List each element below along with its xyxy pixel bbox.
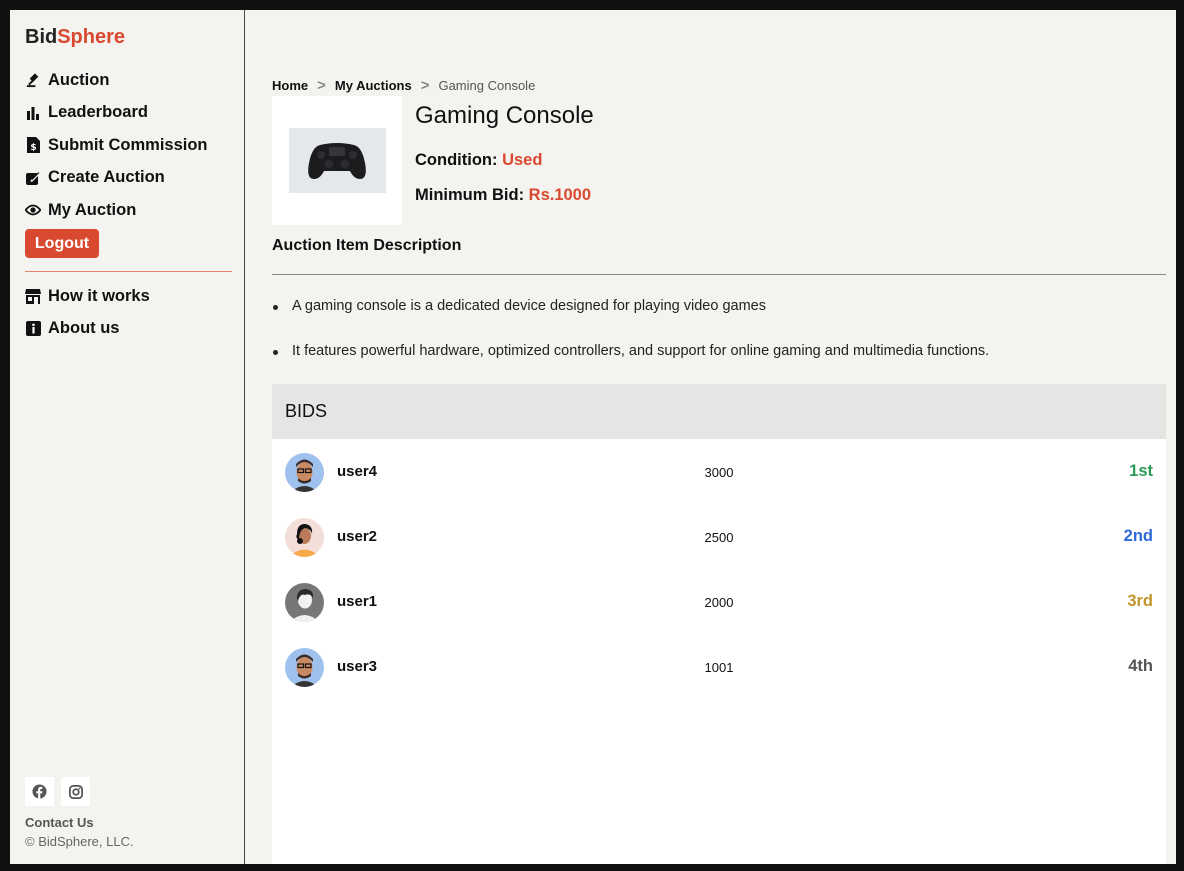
- bid-rank: 4th: [1128, 657, 1153, 675]
- breadcrumb-current: Gaming Console: [438, 78, 536, 93]
- description-heading: Auction Item Description: [272, 237, 462, 254]
- social-links: [25, 777, 90, 806]
- sidebar-item-auction[interactable]: Auction: [25, 64, 208, 97]
- sidebar-item-label: How it works: [48, 286, 150, 305]
- breadcrumb: Home > My Auctions > Gaming Console: [272, 77, 535, 94]
- contact-us-link[interactable]: Contact Us: [25, 815, 94, 830]
- bidder-username: user1: [337, 593, 378, 610]
- brand-part1: Bid: [25, 26, 58, 48]
- description-item: A gaming console is a dedicated device d…: [272, 298, 989, 343]
- breadcrumb-home[interactable]: Home: [272, 78, 308, 93]
- bidder-username: user3: [337, 658, 378, 675]
- avatar-man-glasses: [285, 648, 324, 687]
- edit-icon: [25, 170, 41, 186]
- copyright: © BidSphere, LLC.: [25, 834, 134, 849]
- eye-icon: [25, 202, 41, 218]
- sidebar-item-label: My Auction: [48, 200, 137, 219]
- sidebar-item-label: About us: [48, 319, 120, 338]
- sidebar-divider: [25, 271, 232, 272]
- sidebar-item-label: Submit Commission: [48, 135, 208, 154]
- breadcrumb-separator: >: [317, 77, 326, 94]
- bid-row: user4 3000 1st: [272, 439, 1166, 504]
- sidebar-item-label: Create Auction: [48, 168, 165, 187]
- bid-row: user3 1001 4th: [272, 634, 1166, 699]
- avatar-man-glasses: [285, 453, 324, 492]
- brand-logo[interactable]: BidSphere: [25, 26, 125, 49]
- info-icon: [25, 321, 41, 337]
- sidebar: BidSphere Auction Leaderboard $ Submit C…: [10, 10, 245, 864]
- breadcrumb-my-auctions[interactable]: My Auctions: [335, 78, 412, 93]
- sidebar-item-leaderboard[interactable]: Leaderboard: [25, 97, 208, 130]
- bid-amount: 1001: [704, 660, 734, 675]
- bid-amount: 3000: [704, 465, 734, 480]
- gavel-icon: [25, 72, 41, 88]
- bid-row: user1 2000 3rd: [272, 569, 1166, 634]
- bid-rank: 1st: [1129, 462, 1153, 480]
- avatar-default: [285, 583, 324, 622]
- sidebar-item-label: Auction: [48, 70, 110, 89]
- bar-chart-icon: [25, 105, 41, 121]
- description-item: It features powerful hardware, optimized…: [272, 343, 989, 388]
- money-file-icon: $: [25, 137, 41, 154]
- bids-panel: BIDS user4 3000 1st user2 2500 2nd user1…: [272, 384, 1166, 864]
- bid-rank: 3rd: [1127, 592, 1153, 610]
- main-content: Home > My Auctions > Gaming Console Gami…: [272, 10, 1166, 864]
- sidebar-nav: Auction Leaderboard $ Submit Commission …: [25, 64, 208, 227]
- item-minimum-bid: Minimum Bid: Rs.1000: [415, 186, 591, 205]
- bid-rank: 2nd: [1123, 527, 1153, 545]
- item-title: Gaming Console: [415, 102, 594, 129]
- sidebar-item-about-us[interactable]: About us: [25, 313, 150, 346]
- app-window: BidSphere Auction Leaderboard $ Submit C…: [10, 10, 1176, 864]
- svg-text:$: $: [30, 143, 36, 153]
- item-image-frame: [288, 128, 386, 193]
- condition-label: Condition:: [415, 151, 503, 169]
- gamepad-icon: [308, 142, 366, 179]
- sidebar-item-label: Leaderboard: [48, 103, 148, 122]
- item-image: [272, 96, 402, 225]
- description-list: A gaming console is a dedicated device d…: [272, 298, 989, 388]
- bid-amount: 2000: [704, 595, 734, 610]
- sidebar-item-how-it-works[interactable]: How it works: [25, 280, 150, 313]
- facebook-icon[interactable]: [25, 777, 54, 806]
- sidebar-item-my-auction[interactable]: My Auction: [25, 194, 208, 227]
- logout-button[interactable]: Logout: [25, 229, 99, 258]
- bidder-username: user4: [337, 463, 378, 480]
- brand-part2: Sphere: [57, 26, 126, 48]
- breadcrumb-separator: >: [420, 77, 430, 94]
- bid-amount: 2500: [704, 530, 734, 545]
- condition-value: Used: [502, 151, 543, 169]
- shop-icon: [25, 288, 41, 304]
- bidder-username: user2: [337, 528, 378, 545]
- sidebar-item-submit-commission[interactable]: $ Submit Commission: [25, 129, 208, 162]
- sidebar-item-create-auction[interactable]: Create Auction: [25, 162, 208, 195]
- bids-heading: BIDS: [272, 384, 1166, 439]
- item-condition: Condition: Used: [415, 151, 542, 170]
- description-divider: [272, 274, 1166, 275]
- avatar-woman: [285, 518, 324, 557]
- minimum-bid-value: Rs.1000: [528, 186, 592, 204]
- bid-row: user2 2500 2nd: [272, 504, 1166, 569]
- sidebar-secondary-nav: How it works About us: [25, 280, 150, 345]
- minimum-bid-label: Minimum Bid:: [415, 186, 529, 204]
- instagram-icon[interactable]: [61, 777, 90, 806]
